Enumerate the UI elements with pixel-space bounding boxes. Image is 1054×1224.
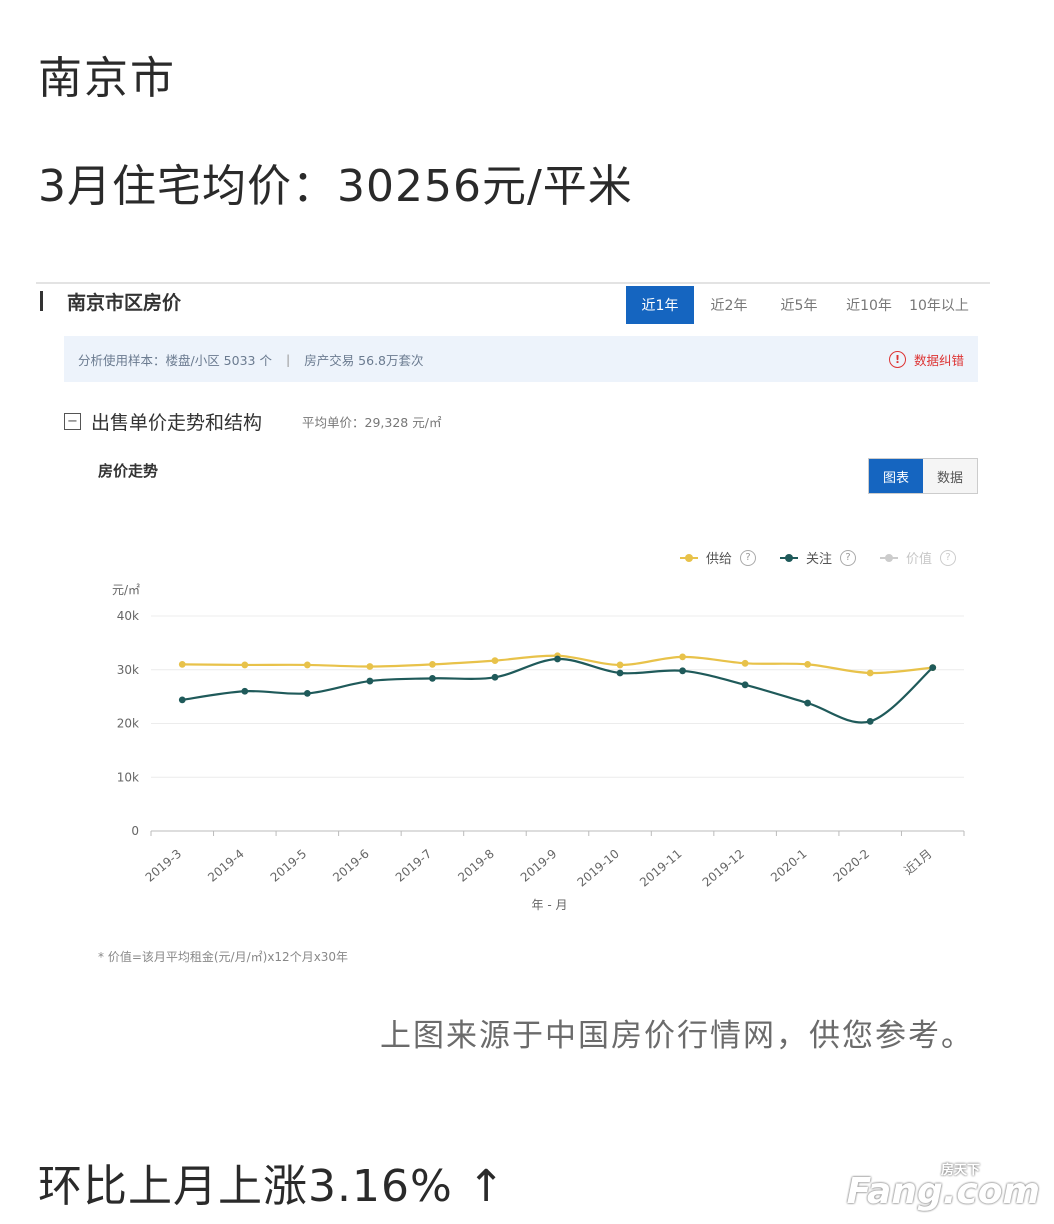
data-point	[429, 660, 436, 668]
legend-swatch-value	[879, 553, 898, 562]
y-tick-label: 30k	[117, 663, 139, 677]
x-tick-label: 2019-9	[518, 847, 560, 885]
toggle-chart-button[interactable]: 图表	[869, 459, 923, 493]
x-tick-label: 2019-3	[143, 847, 185, 885]
data-point	[866, 669, 874, 677]
legend-label-supply: 供给	[705, 552, 732, 567]
x-tick-label: 2019-7	[393, 847, 435, 885]
y-axis-label: 元/㎡	[112, 583, 140, 597]
report-error-link[interactable]: ! 数据纠错	[888, 350, 964, 369]
fang-logo-watermark: 房天下 Fang.com	[847, 1163, 1040, 1212]
help-icon[interactable]: ?	[739, 549, 756, 566]
data-point	[303, 661, 311, 669]
y-tick-label: 0	[131, 824, 139, 838]
data-point	[241, 687, 249, 695]
chart-footnote: * 价值=该月平均租金(元/月/㎡)x12个月x30年	[98, 950, 349, 964]
price-panel: 南京市区房价 近1年 近2年 近5年 近10年 10年以上 分析使用样本：楼盘/…	[36, 282, 990, 972]
chart-legend: 供给 ? 关注 ? 价值 ?	[656, 548, 956, 567]
x-tick-label: 2019-12	[700, 847, 747, 890]
sample-info-bar: 分析使用样本：楼盘/小区 5033 个 | 房产交易 56.8万套次 ! 数据纠…	[64, 336, 978, 382]
toggle-data-button[interactable]: 数据	[923, 459, 977, 493]
average-price: 3月住宅均价：30256元/平米	[38, 161, 633, 212]
info-icon: !	[888, 350, 906, 368]
data-point	[554, 655, 561, 663]
legend-swatch-attention	[779, 553, 798, 562]
collapse-icon[interactable]: −	[64, 413, 81, 430]
report-error-label: 数据纠错	[913, 352, 964, 368]
panel-title-text: 南京市区房价	[67, 291, 182, 314]
section-average-price: 平均单价：29,328 元/㎡	[302, 415, 442, 430]
price-trend-chart: 元/㎡ 0 10k 20k 30k 40k 2019-3 2019-4 2019-5 2019-6…	[112, 583, 965, 912]
tab-10years-plus[interactable]: 10年以上	[904, 286, 974, 324]
data-point	[429, 674, 436, 682]
month-over-month: 环比上月上涨3.16% ↑	[38, 1161, 506, 1212]
data-point	[929, 664, 937, 671]
source-note: 上图来源于中国房价行情网，供您参考。	[380, 1018, 974, 1054]
x-tick-label: 2019-8	[455, 847, 497, 885]
data-point	[366, 677, 374, 685]
view-toggle: 图表 数据	[868, 458, 978, 494]
data-point	[741, 659, 749, 667]
watermark-cn: 房天下	[940, 1163, 980, 1178]
city-title: 南京市	[38, 53, 176, 104]
x-tick-label: 2019-10	[575, 847, 622, 890]
x-tick-label: 2020-2	[831, 847, 873, 885]
series-line-1	[182, 657, 934, 724]
range-tabs: 近1年 近2年 近5年 近10年 10年以上	[626, 286, 974, 324]
x-tick-label: 2020-1	[768, 847, 810, 885]
panel-title: 南京市区房价	[40, 290, 182, 314]
data-point	[679, 667, 686, 675]
x-axis-label: 年 - 月	[532, 898, 568, 912]
legend-label-value: 价值	[905, 552, 932, 567]
data-point	[804, 699, 812, 707]
data-point	[178, 660, 186, 668]
x-tick-label: 2019-5	[268, 847, 310, 885]
data-point	[679, 653, 686, 661]
y-tick-label: 20k	[117, 717, 139, 731]
help-icon[interactable]: ?	[940, 549, 956, 566]
data-point	[303, 690, 311, 697]
x-tick-label: 2019-11	[637, 847, 684, 890]
legend-item-supply[interactable]: 供给 ?	[679, 548, 756, 567]
trade-count: 房产交易 56.8万套次	[304, 352, 424, 368]
data-point	[491, 673, 499, 681]
chart-title: 房价走势	[98, 462, 159, 480]
data-point	[616, 669, 624, 677]
data-point	[741, 681, 749, 689]
data-point	[241, 661, 249, 669]
tab-10years[interactable]: 近10年	[834, 286, 904, 324]
x-tick-label: 近1月	[901, 847, 934, 878]
data-point	[616, 661, 624, 669]
legend-swatch-supply	[679, 553, 698, 562]
tab-1year[interactable]: 近1年	[626, 286, 694, 324]
x-tick-label: 2019-6	[330, 847, 372, 885]
data-point	[866, 717, 874, 725]
tab-5years[interactable]: 近5年	[764, 286, 834, 324]
y-tick-label: 40k	[117, 609, 139, 623]
data-point	[804, 660, 812, 668]
legend-item-value[interactable]: 价值 ?	[879, 548, 956, 567]
data-point	[491, 657, 499, 665]
data-point	[178, 696, 186, 704]
data-point	[366, 663, 374, 670]
legend-item-attention[interactable]: 关注 ?	[779, 548, 856, 567]
tab-2years[interactable]: 近2年	[694, 286, 764, 324]
y-tick-label: 10k	[117, 770, 139, 784]
sample-count: 分析使用样本：楼盘/小区 5033 个	[78, 352, 272, 368]
title-bar-decoration	[40, 291, 43, 311]
help-icon[interactable]: ?	[839, 549, 856, 566]
x-tick-label: 2019-4	[205, 847, 247, 885]
section-title: 出售单价走势和结构	[91, 412, 263, 434]
info-separator: |	[285, 351, 291, 367]
section-header: − 出售单价走势和结构 平均单价：29,328 元/㎡	[64, 408, 441, 435]
legend-label-attention: 关注	[805, 552, 832, 567]
